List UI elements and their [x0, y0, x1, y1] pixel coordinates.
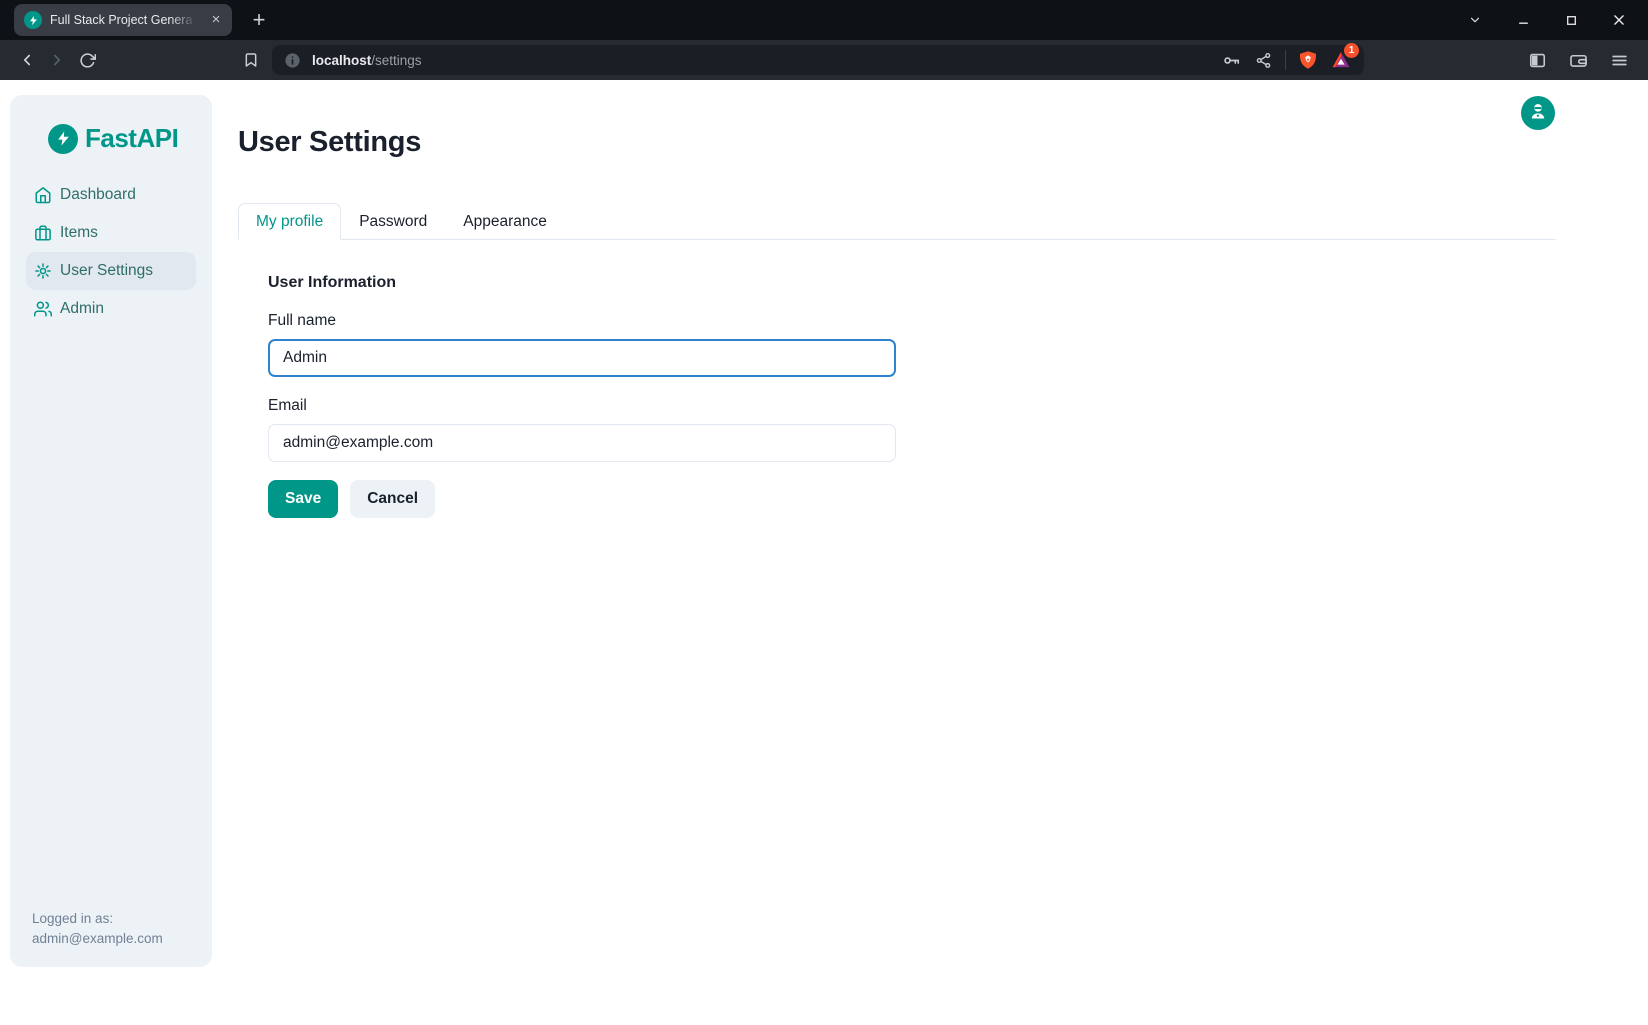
close-window-icon[interactable] [1606, 7, 1632, 33]
full-name-input[interactable] [268, 339, 896, 377]
maximize-icon[interactable] [1558, 7, 1584, 33]
tab-close-icon[interactable]: × [208, 12, 224, 28]
tab-search-chevron-icon[interactable] [1462, 7, 1488, 33]
sidebar-item-items[interactable]: Items [26, 214, 196, 252]
page-title: User Settings [238, 126, 1556, 159]
bookmark-icon[interactable] [236, 45, 266, 75]
fastapi-bolt-icon [48, 124, 78, 154]
sidebar-nav: Dashboard Items User Settings Admin [10, 176, 212, 328]
form-actions: Save Cancel [268, 480, 1556, 518]
user-avatar-button[interactable] [1521, 96, 1555, 130]
tab-appearance[interactable]: Appearance [445, 203, 565, 240]
url-bar[interactable]: localhost/settings 1 [272, 45, 1364, 75]
email-field-group: Email [268, 397, 1556, 462]
fastapi-favicon-icon [24, 11, 42, 29]
toolbar-divider [1285, 50, 1286, 70]
full-name-field-group: Full name [268, 312, 1556, 377]
new-tab-button[interactable]: + [246, 7, 272, 33]
forward-icon[interactable] [42, 45, 72, 75]
main-content: User Settings My profile Password Appear… [238, 80, 1556, 518]
rewards-badge: 1 [1344, 43, 1359, 58]
sidebar-item-admin[interactable]: Admin [26, 290, 196, 328]
sidebar-item-label: Dashboard [60, 186, 136, 204]
fastapi-logo-text: FastAPI [85, 123, 178, 154]
password-key-icon[interactable] [1219, 48, 1243, 72]
email-input[interactable] [268, 424, 896, 462]
email-label: Email [268, 397, 1556, 415]
tab-title: Full Stack Project Genera [50, 13, 200, 27]
save-button[interactable]: Save [268, 480, 338, 518]
menu-hamburger-icon[interactable] [1606, 47, 1632, 73]
fastapi-logo: FastAPI [10, 95, 212, 154]
minimize-icon[interactable] [1510, 7, 1536, 33]
briefcase-icon [34, 224, 52, 242]
home-icon [34, 186, 52, 204]
sidebar-item-label: Items [60, 224, 98, 242]
browser-tab-strip: Full Stack Project Genera × + [0, 0, 1648, 40]
browser-tab[interactable]: Full Stack Project Genera × [14, 4, 232, 36]
back-icon[interactable] [12, 45, 42, 75]
user-avatar-icon [1528, 101, 1548, 126]
toolbar-right-group [1524, 47, 1636, 73]
gear-icon [34, 262, 52, 280]
site-info-icon[interactable] [280, 48, 304, 72]
sidebar-panel-icon[interactable] [1524, 47, 1550, 73]
window-controls [1462, 7, 1648, 33]
full-name-label: Full name [268, 312, 1556, 330]
profile-panel: User Information Full name Email Save Ca… [238, 240, 1556, 518]
section-title: User Information [268, 274, 1556, 292]
settings-tabs: My profile Password Appearance [238, 203, 1556, 240]
sidebar-item-user-settings[interactable]: User Settings [26, 252, 196, 290]
cancel-button[interactable]: Cancel [350, 480, 435, 518]
logged-in-email: admin@example.com [32, 929, 196, 949]
sidebar-item-label: User Settings [60, 262, 153, 280]
tab-password[interactable]: Password [341, 203, 445, 240]
logged-in-info: Logged in as: admin@example.com [10, 909, 212, 967]
wallet-icon[interactable] [1565, 47, 1591, 73]
sidebar-item-dashboard[interactable]: Dashboard [26, 176, 196, 214]
url-path: /settings [371, 53, 421, 68]
logged-in-label: Logged in as: [32, 909, 196, 929]
url-host: localhost [312, 53, 371, 68]
app-page: FastAPI Dashboard Items User Settings [0, 80, 1648, 1025]
browser-toolbar: localhost/settings 1 [0, 40, 1648, 80]
brave-rewards-icon[interactable]: 1 [1328, 47, 1354, 73]
tab-my-profile[interactable]: My profile [238, 203, 341, 240]
reload-icon[interactable] [72, 45, 102, 75]
sidebar-item-label: Admin [60, 300, 104, 318]
brave-shield-icon[interactable] [1296, 48, 1320, 72]
sidebar: FastAPI Dashboard Items User Settings [10, 95, 212, 967]
share-icon[interactable] [1251, 48, 1275, 72]
users-icon [34, 300, 52, 318]
